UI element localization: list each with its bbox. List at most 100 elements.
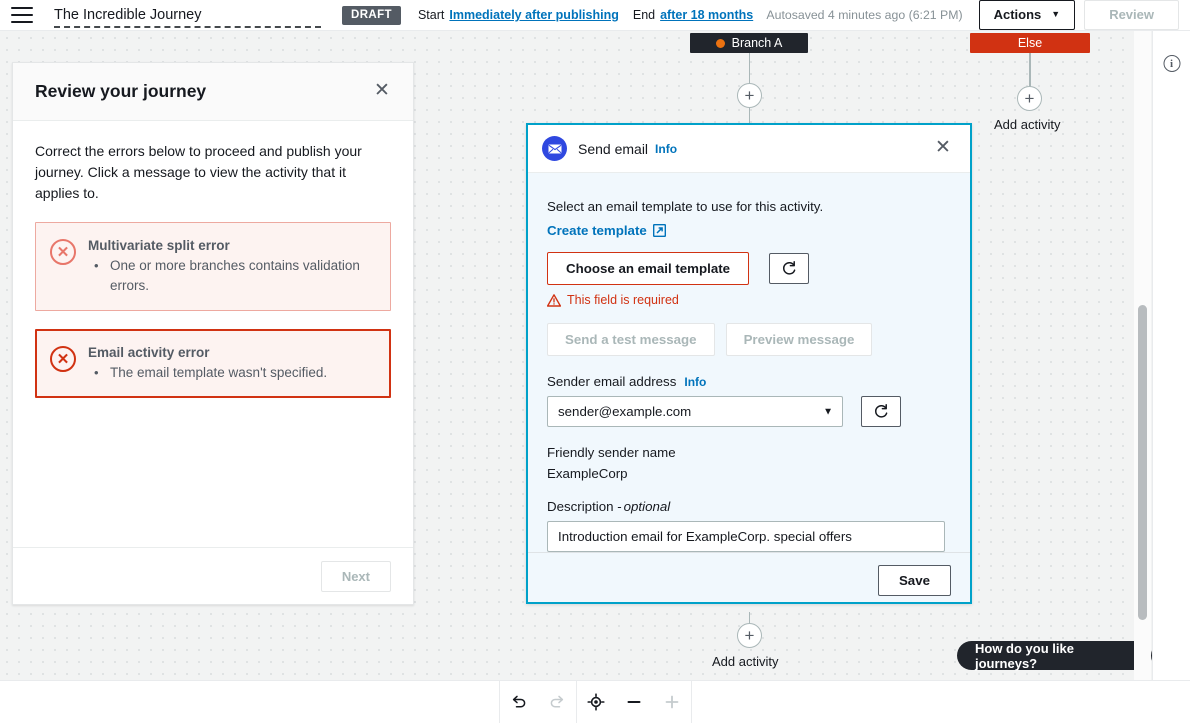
description-label: Description - optional [547, 499, 951, 514]
email-panel-title: Send email [578, 141, 648, 157]
hamburger-icon[interactable] [11, 7, 33, 23]
plus-icon: + [745, 627, 755, 644]
email-info-link[interactable]: Info [655, 142, 677, 156]
sender-email-select[interactable]: sender@example.com ▼ [547, 396, 843, 427]
message-action-buttons: Send a test message Preview message [547, 323, 951, 356]
add-activity-branch-a-button[interactable]: + [737, 83, 762, 108]
sender-email-value: sender@example.com [558, 404, 691, 419]
page-title: The Incredible Journey [51, 7, 333, 23]
plus-icon: + [1025, 90, 1035, 107]
preview-message-button[interactable]: Preview message [726, 323, 873, 356]
end-value-link[interactable]: after 18 months [660, 8, 753, 22]
external-link-icon [653, 224, 666, 237]
warning-triangle-icon [547, 294, 561, 307]
send-email-activity-panel: Send email Info ✕ Select an email templa… [526, 123, 972, 604]
actions-button[interactable]: Actions ▼ [979, 0, 1076, 30]
branch-node-branch-a[interactable]: Branch A [690, 33, 808, 53]
email-panel-body: Select an email template to use for this… [528, 173, 970, 552]
review-panel-footer: Next [13, 547, 413, 604]
feedback-button[interactable]: How do you like journeys? [957, 641, 1152, 670]
sender-email-row: sender@example.com ▼ [547, 396, 951, 427]
error-circle-icon: ✕ [50, 239, 76, 265]
send-test-message-button[interactable]: Send a test message [547, 323, 715, 356]
review-button[interactable]: Review [1084, 0, 1179, 30]
start-label: Start [418, 8, 444, 22]
zoom-in-button[interactable] [653, 681, 691, 723]
create-template-label: Create template [547, 223, 647, 238]
top-bar: The Incredible Journey DRAFT Start Immed… [0, 0, 1190, 31]
description-label-text: Description - [547, 499, 622, 514]
redo-icon [548, 693, 566, 711]
center-focus-icon [587, 693, 605, 711]
plus-icon [663, 693, 681, 711]
choose-email-template-button[interactable]: Choose an email template [547, 252, 749, 285]
branch-node-else[interactable]: Else [970, 33, 1090, 53]
right-rail: i [1152, 31, 1190, 680]
add-activity-bottom-button[interactable]: + [737, 623, 762, 648]
sender-email-label: Sender email address Info [547, 374, 951, 389]
review-instructions: Correct the errors below to proceed and … [35, 141, 375, 204]
description-optional-text: optional [624, 499, 671, 514]
error-card-content: Email activity error The email template … [88, 344, 374, 383]
autosave-status: Autosaved 4 minutes ago (6:21 PM) [766, 8, 962, 22]
create-template-link[interactable]: Create template [547, 223, 666, 238]
status-badge: DRAFT [342, 6, 401, 25]
email-panel-header: Send email Info ✕ [528, 125, 970, 173]
undo-icon [510, 693, 528, 711]
minus-icon [625, 693, 643, 711]
save-button[interactable]: Save [878, 565, 951, 596]
canvas-scrollbar-track[interactable] [1134, 31, 1151, 680]
else-node-label: Else [1018, 36, 1042, 50]
add-activity-else-label[interactable]: Add activity [994, 117, 1060, 132]
email-panel-footer: Save [528, 552, 970, 608]
refresh-sender-button[interactable] [861, 396, 901, 427]
bottom-toolbar [0, 680, 1190, 723]
email-template-instruction: Select an email template to use for this… [547, 199, 951, 214]
add-activity-bottom-label[interactable]: Add activity [712, 654, 778, 669]
title-dashed-underline [54, 26, 321, 28]
undo-button[interactable] [500, 681, 538, 723]
canvas-scrollbar-thumb[interactable] [1138, 305, 1147, 620]
actions-button-label: Actions [994, 7, 1042, 22]
sender-email-label-text: Sender email address [547, 374, 676, 389]
description-input[interactable] [547, 521, 945, 552]
refresh-icon [781, 261, 797, 277]
next-button[interactable]: Next [321, 561, 391, 592]
info-circle-icon[interactable]: i [1163, 55, 1180, 72]
error-card-title: Multivariate split error [88, 237, 374, 255]
add-activity-else-button[interactable]: + [1017, 86, 1042, 111]
close-icon[interactable]: ✕ [371, 81, 393, 103]
review-journey-panel: Review your journey ✕ Correct the errors… [12, 62, 414, 605]
choose-template-row: Choose an email template [547, 252, 951, 285]
zoom-tool-group [577, 681, 691, 723]
connector-branch-a-bottom [749, 108, 751, 124]
template-field-error-text: This field is required [567, 293, 679, 307]
journey-title-field[interactable]: The Incredible Journey [51, 7, 333, 23]
error-message-list: One or more branches contains validation… [88, 256, 374, 296]
branch-status-dot-icon [716, 39, 725, 48]
end-label: End [633, 8, 655, 22]
toolbar-divider [691, 681, 692, 723]
sender-email-info-link[interactable]: Info [684, 375, 706, 389]
error-card-content: Multivariate split error One or more bra… [88, 237, 374, 296]
error-circle-icon: ✕ [50, 346, 76, 372]
schedule-summary: Start Immediately after publishing End a… [418, 8, 753, 22]
friendly-sender-name-value: ExampleCorp [547, 466, 951, 481]
history-tool-group [500, 681, 576, 723]
review-panel-header: Review your journey ✕ [13, 63, 413, 121]
redo-button[interactable] [538, 681, 576, 723]
close-icon[interactable]: ✕ [932, 138, 954, 160]
refresh-templates-button[interactable] [769, 253, 809, 284]
plus-icon: + [745, 87, 755, 104]
error-card-email-activity[interactable]: ✕ Email activity error The email templat… [35, 329, 391, 398]
fit-to-screen-button[interactable] [577, 681, 615, 723]
error-card-multivariate-split[interactable]: ✕ Multivariate split error One or more b… [35, 222, 391, 311]
error-message: One or more branches contains validation… [88, 256, 374, 296]
zoom-out-button[interactable] [615, 681, 653, 723]
start-value-link[interactable]: Immediately after publishing [449, 8, 618, 22]
review-panel-body: Correct the errors below to proceed and … [13, 121, 413, 547]
error-message-list: The email template wasn't specified. [88, 363, 374, 383]
review-panel-title: Review your journey [35, 81, 206, 102]
refresh-icon [873, 404, 889, 420]
friendly-sender-name-label: Friendly sender name [547, 445, 951, 460]
